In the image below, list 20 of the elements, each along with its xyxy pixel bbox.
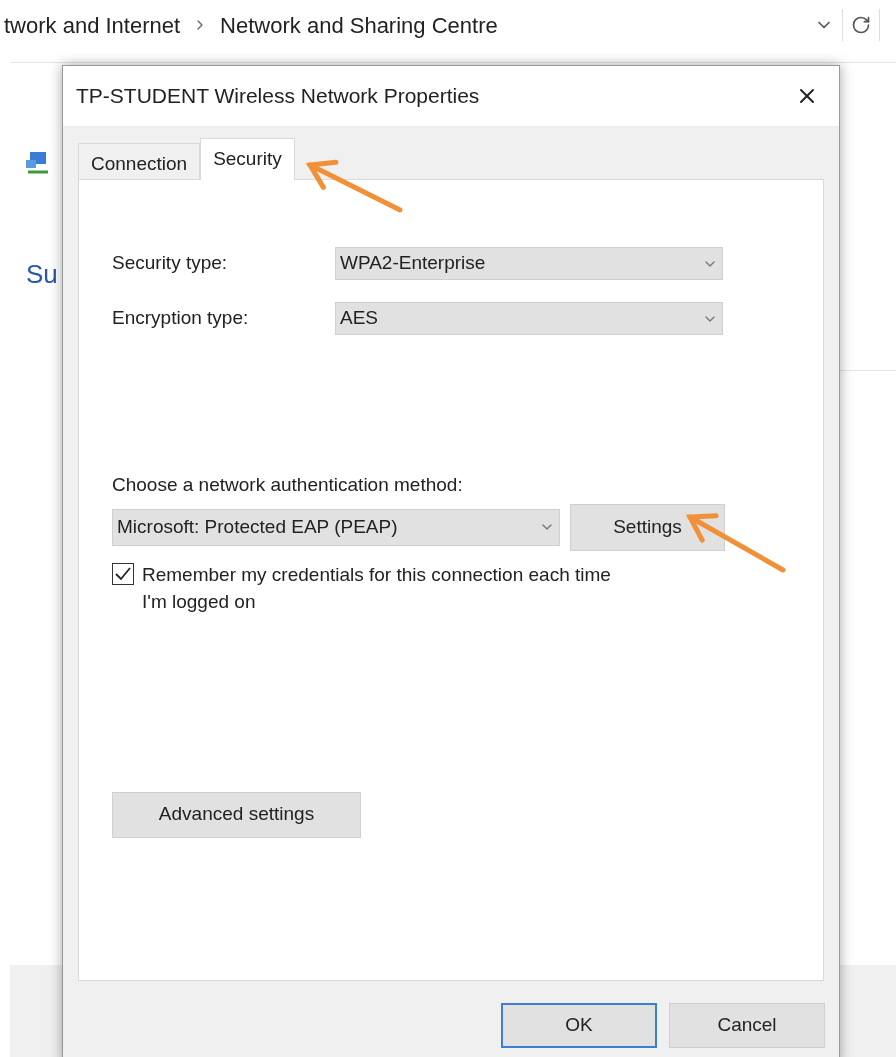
window-title: TP-STUDENT Wireless Network Properties: [76, 83, 480, 110]
dialog-button[interactable]: OK: [501, 1003, 657, 1048]
tab[interactable]: Connection: [78, 143, 201, 179]
breadcrumb-item[interactable]: Network and Sharing Centre: [220, 8, 498, 42]
tab[interactable]: Security: [200, 138, 295, 180]
dialog-button[interactable]: Cancel: [669, 1003, 825, 1048]
dropdown[interactable]: AES: [335, 302, 723, 335]
field-label: Security type:: [112, 251, 229, 276]
dropdown[interactable]: Microsoft: Protected EAP (PEAP): [112, 508, 560, 546]
link-text[interactable]: Su: [26, 255, 58, 294]
field-label: Encryption type:: [112, 306, 250, 331]
settings-button[interactable]: Settings: [570, 503, 725, 551]
advanced-settings-button[interactable]: Advanced settings: [112, 791, 361, 838]
refresh-icon[interactable]: [851, 15, 871, 35]
checkbox[interactable]: [112, 562, 134, 585]
checkbox-label: Remember my credentials for this connection each time I'm logged on: [142, 562, 612, 614]
check-icon: [115, 566, 131, 581]
dropdown[interactable]: WPA2-Enterprise: [335, 247, 723, 280]
breadcrumb-item[interactable]: twork and Internet: [4, 8, 181, 42]
field-label: Choose a network authentication method:: [112, 473, 464, 497]
